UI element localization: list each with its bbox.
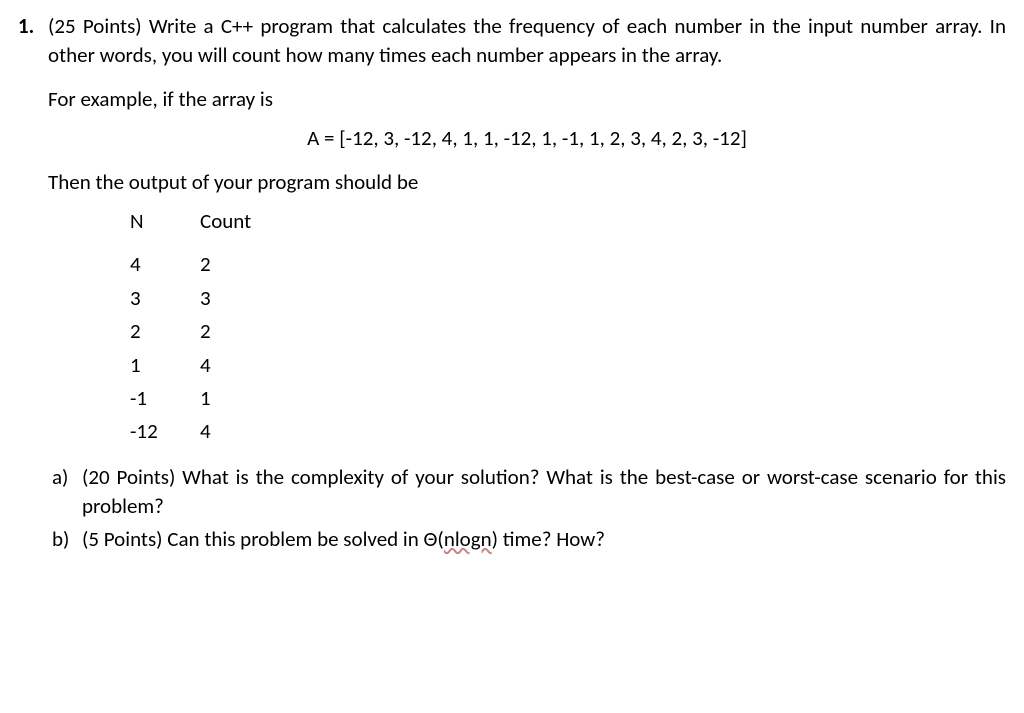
table-row: 1 4 — [130, 351, 1006, 380]
frequency-table: N Count 4 2 3 3 2 2 1 4 -1 1 — [130, 207, 1006, 447]
cell-count: 2 — [200, 250, 280, 279]
table-row: 3 3 — [130, 284, 1006, 313]
subpart-a-text: (20 Points) What is the complexity of yo… — [82, 463, 1006, 522]
cell-count: 1 — [200, 384, 280, 413]
subpart-b-marker: b) — [52, 525, 82, 554]
cell-count: 2 — [200, 317, 280, 346]
nlogn-text: nlogn — [444, 526, 492, 552]
header-count: Count — [200, 207, 280, 236]
theta-symbol: Θ( — [424, 526, 444, 552]
cell-count: 4 — [200, 351, 280, 380]
table-row: -1 1 — [130, 384, 1006, 413]
header-n: N — [130, 207, 200, 236]
question-text: (25 Points) Write a C++ program that cal… — [48, 12, 1006, 71]
cell-n: -1 — [130, 384, 200, 413]
subpart-b-prefix: (5 Points) Can this problem be solved in — [82, 526, 424, 552]
cell-n: 3 — [130, 284, 200, 313]
subpart-a-marker: a) — [52, 463, 82, 492]
subparts-list: a) (20 Points) What is the complexity of… — [52, 463, 1006, 555]
table-header-row: N Count — [130, 207, 1006, 236]
subpart-b-suffix: ) time? How? — [492, 526, 605, 552]
table-row: -12 4 — [130, 417, 1006, 446]
subpart-a: a) (20 Points) What is the complexity of… — [52, 463, 1006, 522]
cell-count: 4 — [200, 417, 280, 446]
output-intro: Then the output of your program should b… — [48, 168, 1006, 197]
cell-count: 3 — [200, 284, 280, 313]
array-display: A = [-12, 3, -12, 4, 1, 1, -12, 1, -1, 1… — [48, 124, 1006, 153]
question-main-text: Write a C++ program that calculates the … — [48, 13, 1006, 68]
cell-n: -12 — [130, 417, 200, 446]
subpart-b: b) (5 Points) Can this problem be solved… — [52, 525, 1006, 554]
question-wrapper: 1. (25 Points) Write a C++ program that … — [18, 12, 1006, 559]
table-row: 2 2 — [130, 317, 1006, 346]
example-intro: For example, if the array is — [48, 85, 1006, 114]
question-body: (25 Points) Write a C++ program that cal… — [48, 12, 1006, 559]
points-prefix: (25 Points) — [48, 13, 149, 39]
cell-n: 1 — [130, 351, 200, 380]
question-number: 1. — [18, 12, 48, 41]
table-row: 4 2 — [130, 250, 1006, 279]
cell-n: 4 — [130, 250, 200, 279]
cell-n: 2 — [130, 317, 200, 346]
subpart-b-text: (5 Points) Can this problem be solved in… — [82, 525, 1006, 554]
